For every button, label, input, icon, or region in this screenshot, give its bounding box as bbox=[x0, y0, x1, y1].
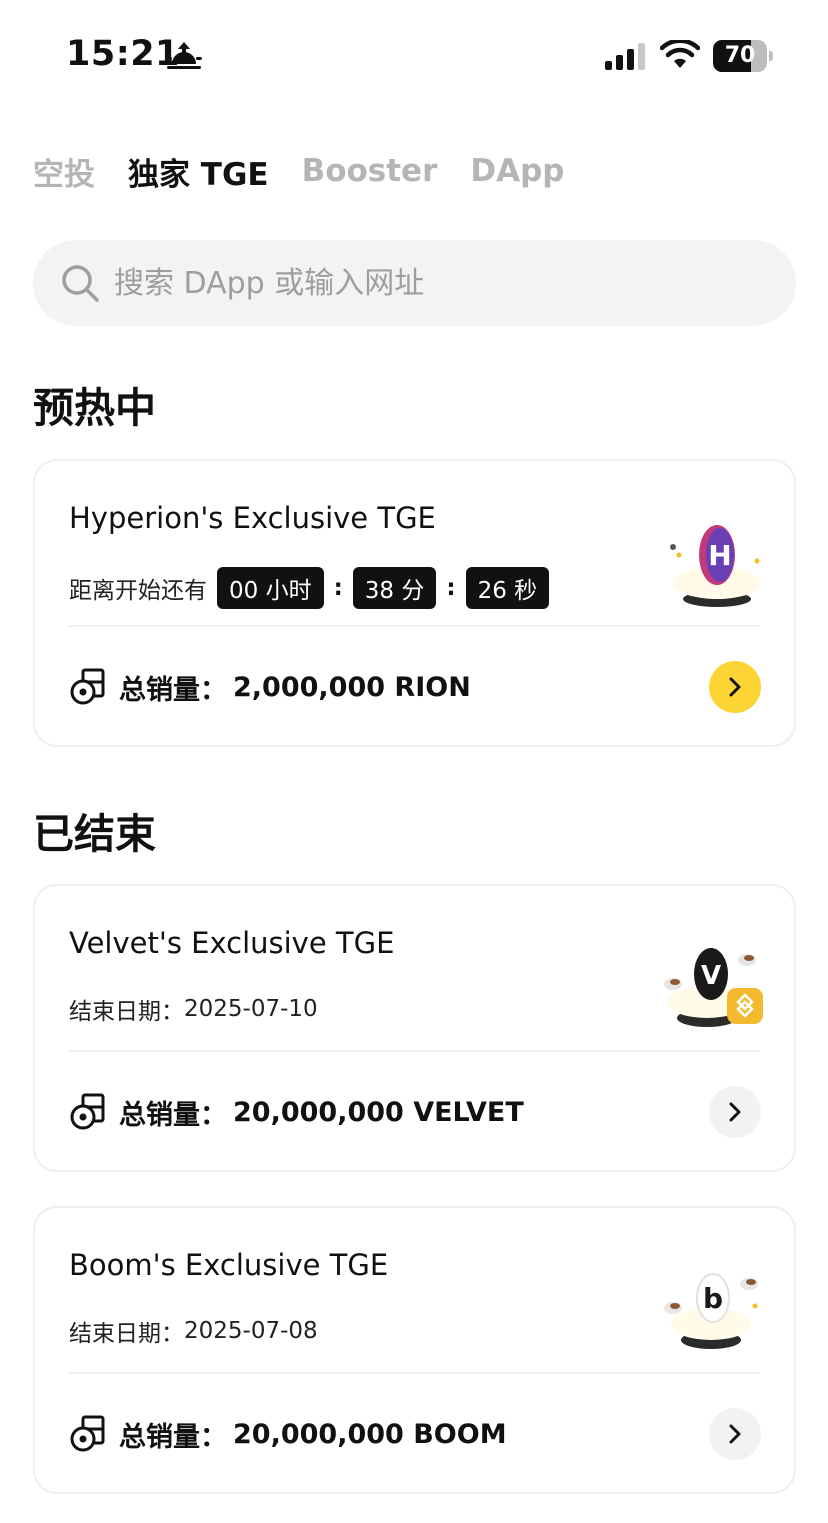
chevron-right-icon bbox=[729, 1424, 741, 1444]
countdown-separator: : bbox=[446, 575, 456, 601]
supply-label: 总销量： bbox=[119, 674, 227, 706]
coins-icon bbox=[70, 1093, 105, 1130]
card-title: Boom's Exclusive TGE bbox=[69, 1248, 389, 1282]
supply-label: 总销量： bbox=[119, 1421, 227, 1453]
wifi-icon bbox=[660, 40, 700, 68]
search-icon bbox=[62, 265, 99, 302]
tab-exclusive-tge[interactable]: 独家 TGE bbox=[128, 149, 269, 194]
card-title: Hyperion's Exclusive TGE bbox=[69, 501, 436, 535]
tab-booster[interactable]: Booster bbox=[302, 153, 438, 189]
supply-value: 20,000,000 VELVET bbox=[233, 1096, 524, 1128]
end-date-label: 结束日期： bbox=[69, 1321, 184, 1347]
chevron-right-icon bbox=[729, 677, 741, 697]
token-art-hyperion: H bbox=[670, 525, 761, 607]
countdown-seconds: 26 秒 bbox=[465, 567, 550, 609]
end-date-label: 结束日期： bbox=[69, 999, 184, 1025]
end-date-value: 2025-07-08 bbox=[184, 1318, 318, 1344]
end-date-value: 2025-07-10 bbox=[184, 996, 318, 1022]
countdown-label: 距离开始还有 bbox=[69, 578, 207, 604]
card-divider bbox=[69, 1372, 760, 1374]
sunrise-icon bbox=[166, 42, 202, 69]
open-hyperion-button[interactable] bbox=[709, 661, 761, 713]
status-bar: 15:21 70 bbox=[0, 0, 828, 110]
token-letter: b bbox=[703, 1282, 723, 1315]
signal-icon bbox=[605, 43, 645, 70]
card-divider bbox=[69, 1050, 760, 1052]
tab-airdrop[interactable]: 空投 bbox=[33, 149, 95, 194]
coins-icon bbox=[70, 1415, 105, 1452]
card-title: Velvet's Exclusive TGE bbox=[69, 926, 395, 960]
coins-icon bbox=[70, 668, 105, 705]
end-date: 结束日期： 2025-07-08 bbox=[69, 1314, 318, 1348]
tge-card-boom[interactable]: Boom's Exclusive TGE 结束日期： 2025-07-08 b … bbox=[33, 1206, 796, 1494]
card-footer: 总销量： 20,000,000 VELVET bbox=[69, 1092, 524, 1132]
tab-bar: 空投 独家 TGE Booster DApp bbox=[33, 146, 564, 196]
token-art-velvet: V bbox=[664, 948, 763, 1027]
supply-value: 2,000,000 RION bbox=[233, 671, 471, 703]
battery-icon: 70 bbox=[713, 40, 773, 72]
card-footer: 总销量： 2,000,000 RION bbox=[69, 667, 471, 707]
supply-value: 20,000,000 BOOM bbox=[233, 1418, 507, 1450]
card-divider bbox=[69, 625, 760, 627]
battery-level: 70 bbox=[724, 43, 756, 68]
end-date: 结束日期： 2025-07-10 bbox=[69, 992, 318, 1026]
countdown-hours: 00 小时 bbox=[217, 567, 324, 609]
token-letter: H bbox=[708, 539, 731, 572]
tab-dapp[interactable]: DApp bbox=[470, 153, 564, 189]
countdown: 距离开始还有 00 小时 : 38 分 : 26 秒 bbox=[69, 567, 550, 609]
search-bar[interactable] bbox=[33, 240, 796, 326]
supply-label: 总销量： bbox=[119, 1099, 227, 1131]
tge-card-velvet[interactable]: Velvet's Exclusive TGE 结束日期： 2025-07-10 … bbox=[33, 884, 796, 1172]
tge-card-hyperion[interactable]: Hyperion's Exclusive TGE 距离开始还有 00 小时 : … bbox=[33, 459, 796, 747]
section-title-ended: 已结束 bbox=[33, 810, 156, 858]
open-velvet-button[interactable] bbox=[709, 1086, 761, 1138]
search-input[interactable] bbox=[114, 265, 754, 301]
token-art-boom: b bbox=[664, 1273, 758, 1349]
countdown-minutes: 38 分 bbox=[352, 567, 437, 609]
card-footer: 总销量： 20,000,000 BOOM bbox=[69, 1414, 507, 1454]
section-title-upcoming: 预热中 bbox=[33, 384, 156, 432]
status-time: 15:21 bbox=[66, 34, 180, 74]
countdown-separator: : bbox=[333, 575, 343, 601]
chevron-right-icon bbox=[729, 1102, 741, 1122]
open-boom-button[interactable] bbox=[709, 1408, 761, 1460]
token-letter: V bbox=[701, 961, 721, 991]
